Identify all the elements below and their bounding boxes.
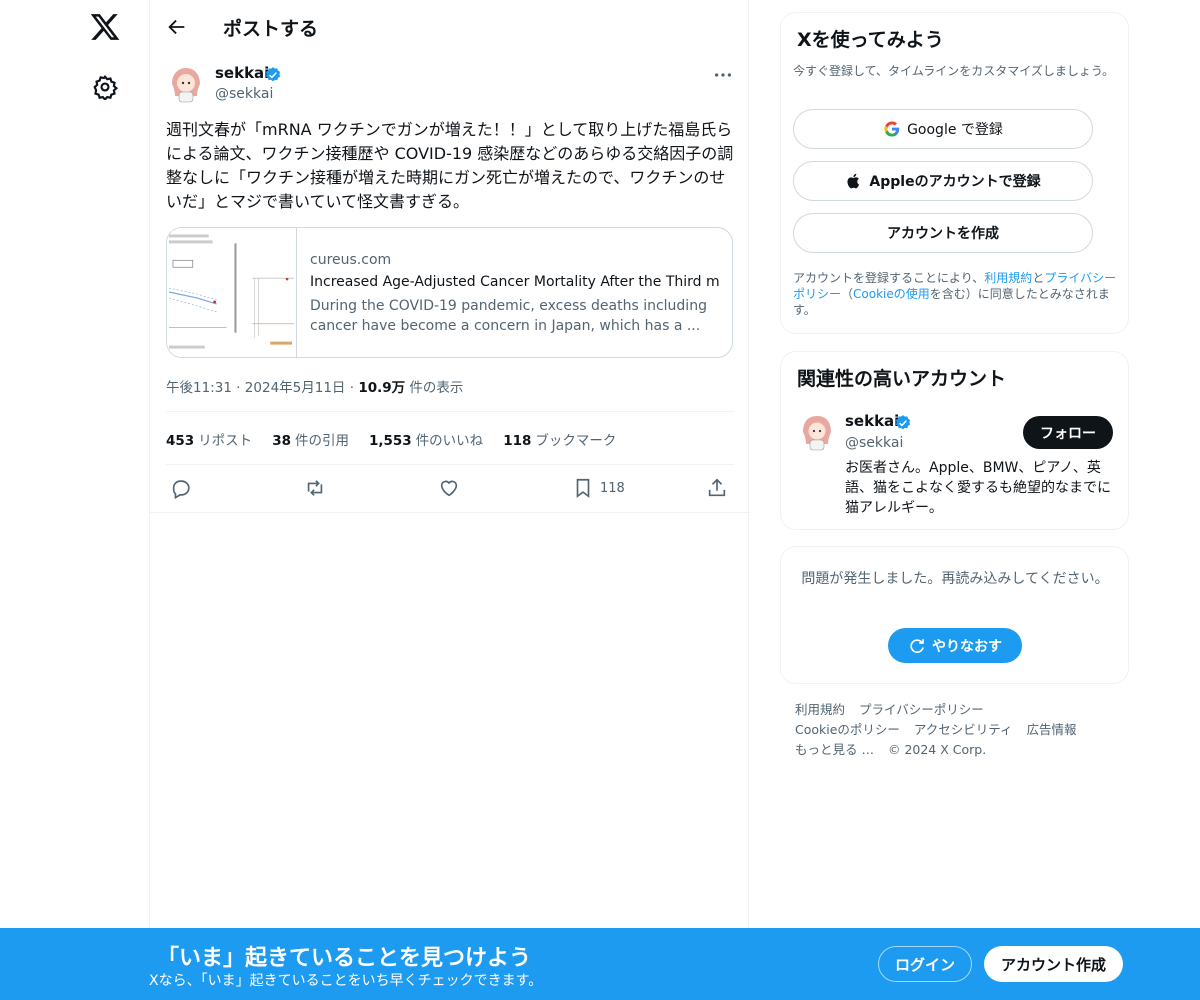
repost-button[interactable] (304, 476, 326, 500)
footer-accessibility-link[interactable]: アクセシビリティ (914, 722, 1013, 737)
card-thumbnail (167, 228, 297, 357)
bookmark-count: 118 (600, 480, 625, 496)
cookie-link[interactable]: Cookieの使用 (853, 287, 930, 301)
signup-title: Xを使ってみよう (797, 29, 944, 51)
views-label: 件の表示 (409, 380, 464, 396)
author-name[interactable]: sekkai (215, 64, 269, 82)
reposts-count: 453 (166, 433, 195, 449)
related-bio: お医者さん。Apple、BMW、ピアノ、英語、猫をこよなく愛するも絶望的なまでに… (845, 460, 1111, 516)
avatar[interactable] (166, 64, 206, 104)
main-column: ポストする sekkai @sekkai 週刊文春が「mRNA ワクチンでガンが… (149, 0, 750, 1000)
google-icon (884, 121, 900, 137)
signup-panel: Xを使ってみよう 今すぐ登録して、タイムラインをカスタマイズしましょう。 Goo… (780, 12, 1129, 334)
top-bar: ポストする (150, 0, 750, 53)
card-domain: cureus.com (310, 252, 392, 268)
likes-count: 1,553 (368, 433, 412, 449)
left-nav (0, 0, 150, 1000)
divider (150, 512, 750, 513)
signup-subtitle: 今すぐ登録して、タイムラインをカスタマイズしましょう。 (793, 64, 1115, 78)
error-panel: 問題が発生しました。再読み込みしてください。 やりなおす (780, 546, 1129, 684)
quotes-label: 件の引用 (294, 433, 349, 449)
bookmarks-count: 118 (503, 433, 532, 449)
bookmark-icon (576, 478, 590, 498)
reposts-label: リポスト (198, 433, 253, 449)
heart-icon (440, 480, 458, 497)
cookie-open: （ (841, 287, 854, 301)
signup-button[interactable]: アカウント作成 (984, 946, 1123, 982)
google-signup-label: Google で登録 (907, 122, 1003, 138)
gear-icon[interactable] (92, 74, 118, 100)
x-logo-icon[interactable] (89, 11, 121, 43)
divider (166, 411, 734, 412)
card-title: Increased Age-Adjusted Cancer Mortality … (310, 274, 720, 290)
footer-links: 利用規約 プライバシーポリシー Cookieのポリシー アクセシビリティ 広告情… (795, 700, 1115, 760)
footer-terms-link[interactable]: 利用規約 (795, 702, 845, 717)
bottom-bar-title: 「いま」起きていることを見つけよう (157, 946, 532, 971)
arrow-left-icon[interactable] (166, 16, 188, 38)
like-button[interactable] (438, 476, 460, 500)
post-meta: 午後11:31 · 2024年5月11日 · 10.9万 件の表示 (166, 376, 463, 396)
page-title: ポストする (223, 18, 319, 40)
footer-ads-link[interactable]: 広告情報 (1027, 722, 1077, 737)
stat-likes[interactable]: 1,553 件のいいね (369, 429, 483, 449)
verified-badge-icon (265, 67, 281, 82)
apple-icon (847, 173, 860, 189)
error-message: 問題が発生しました。再読み込みしてください。 (801, 571, 1109, 587)
apple-signup-label: Appleのアカウントで登録 (869, 174, 1041, 190)
related-name[interactable]: sekkai (845, 412, 899, 430)
footer-copyright: © 2024 X Corp. (887, 742, 987, 757)
follow-button[interactable]: フォロー (1023, 416, 1113, 449)
repost-icon (307, 480, 323, 496)
stat-quotes[interactable]: 38 件の引用 (272, 429, 349, 449)
create-account-label: アカウントを作成 (887, 226, 999, 242)
retry-label: やりなおす (932, 638, 1002, 655)
terms-link[interactable]: 利用規約 (984, 271, 1032, 285)
link-card[interactable]: cureus.com Increased Age-Adjusted Cancer… (166, 227, 733, 358)
footer-cookie-link[interactable]: Cookieのポリシー (795, 722, 900, 737)
post-text: 週刊文春が「mRNA ワクチンでガンが増えた！！」として取り上げた福島氏らによる… (166, 120, 734, 211)
verified-badge-icon (895, 415, 911, 430)
divider (166, 464, 734, 465)
post-actions: 118 (166, 476, 734, 502)
likes-label: 件のいいね (415, 433, 484, 449)
google-signup-button[interactable]: Google で登録 (793, 109, 1093, 149)
post-date[interactable]: 2024年5月11日 (245, 380, 346, 396)
related-handle[interactable]: @sekkai (845, 435, 903, 451)
related-accounts-panel: 関連性の高いアカウント sekkai @sekkai フォロー お医者さん。Ap… (780, 351, 1129, 530)
views-count: 10.9万 (358, 380, 406, 396)
post-stats: 453 リポスト 38 件の引用 1,553 件のいいね 118 ブックマーク (166, 429, 616, 449)
reply-button[interactable] (170, 476, 192, 500)
post-time[interactable]: 午後11:31 (166, 380, 232, 396)
avatar[interactable] (799, 412, 835, 452)
create-account-button[interactable]: アカウントを作成 (793, 213, 1093, 253)
share-icon (708, 478, 726, 497)
bottom-bar-subtitle: Xなら、「いま」起きていることをいち早くチェックできます。 (149, 973, 543, 989)
signup-terms: アカウントを登録することにより、利用規約とプライバシーポリシー（Cookieの使… (793, 270, 1121, 318)
meta-separator: · (236, 380, 245, 396)
post-author: sekkai @sekkai (166, 64, 734, 108)
login-button[interactable]: ログイン (878, 946, 972, 982)
footer-more-link[interactable]: もっと見る … (795, 742, 874, 757)
share-button[interactable] (706, 476, 728, 500)
card-description: During the COVID-19 pandemic, excess dea… (310, 298, 707, 334)
reply-icon (172, 480, 190, 499)
terms-prefix: アカウントを登録することにより、 (793, 271, 985, 285)
footer-privacy-link[interactable]: プライバシーポリシー (859, 702, 984, 717)
more-icon[interactable] (712, 64, 734, 86)
terms-and: と (1032, 271, 1045, 285)
related-title: 関連性の高いアカウント (797, 368, 1007, 390)
bookmark-button[interactable]: 118 (572, 476, 625, 500)
bookmarks-label: ブックマーク (535, 433, 617, 449)
retry-button[interactable]: やりなおす (888, 628, 1022, 663)
author-handle[interactable]: @sekkai (215, 86, 273, 102)
stat-reposts[interactable]: 453 リポスト (166, 429, 252, 449)
apple-signup-button[interactable]: Appleのアカウントで登録 (793, 161, 1093, 201)
refresh-icon (910, 638, 924, 653)
stat-bookmarks[interactable]: 118 ブックマーク (503, 429, 616, 449)
quotes-count: 38 (272, 433, 291, 449)
